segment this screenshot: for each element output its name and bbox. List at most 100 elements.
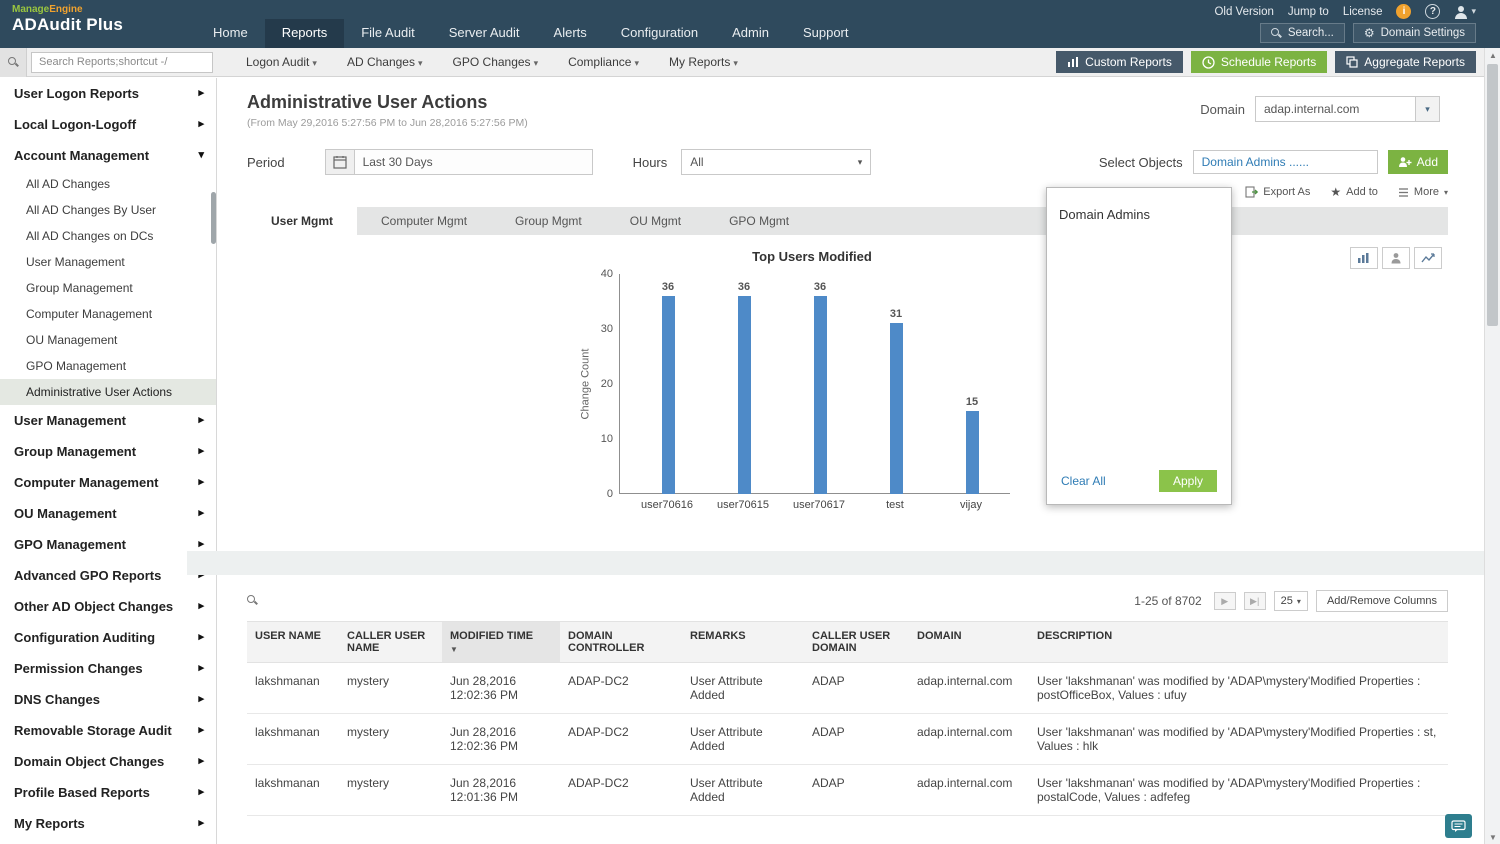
sidebar-item-other-ad-object-changes[interactable]: Other AD Object Changes▸ bbox=[0, 591, 216, 622]
next-page-button[interactable]: ▶ bbox=[1214, 592, 1236, 610]
select-objects-input[interactable]: Domain Admins ...... bbox=[1193, 150, 1378, 174]
sidebar-item-dns-changes[interactable]: DNS Changes▸ bbox=[0, 684, 216, 715]
nav-support[interactable]: Support bbox=[786, 19, 866, 48]
sidebar-child-computer-management[interactable]: Computer Management bbox=[0, 301, 216, 327]
sidebar-item-ou-management[interactable]: OU Management▸ bbox=[0, 498, 216, 529]
add-to-button[interactable]: ★Add to bbox=[1330, 185, 1378, 199]
bar[interactable] bbox=[814, 296, 827, 494]
page-size-select[interactable]: 25▾ bbox=[1274, 591, 1308, 611]
sidebar-child-all-ad-changes-by-user[interactable]: All AD Changes By User bbox=[0, 197, 216, 223]
bar[interactable] bbox=[738, 296, 751, 494]
tab-computer-mgmt[interactable]: Computer Mgmt bbox=[357, 207, 491, 235]
table-row[interactable]: lakshmanan mystery Jun 28,2016 12:02:36 … bbox=[247, 663, 1448, 714]
report-search-input[interactable] bbox=[31, 52, 213, 73]
sidebar-item-profile-based-reports[interactable]: Profile Based Reports▸ bbox=[0, 777, 216, 808]
menu-logon-audit[interactable]: Logon Audit▾ bbox=[231, 55, 332, 69]
domain-settings-button[interactable]: ⚙Domain Settings bbox=[1353, 23, 1476, 43]
col-remarks[interactable]: REMARKS bbox=[682, 622, 804, 663]
sidebar-item-gpo-management[interactable]: GPO Management▸ bbox=[0, 529, 216, 560]
chart-type-button[interactable] bbox=[1350, 247, 1378, 269]
sidebar-item-my-reports[interactable]: My Reports▸ bbox=[0, 808, 216, 839]
tab-group-mgmt[interactable]: Group Mgmt bbox=[491, 207, 606, 235]
more-button[interactable]: More▾ bbox=[1398, 185, 1448, 199]
sidebar-item-permission-changes[interactable]: Permission Changes▸ bbox=[0, 653, 216, 684]
user-menu[interactable]: ▾ bbox=[1454, 5, 1476, 19]
global-search-button[interactable]: Search... bbox=[1260, 23, 1345, 43]
table-search-icon[interactable] bbox=[247, 595, 260, 608]
domain-select[interactable]: adap.internal.com▾ bbox=[1255, 96, 1440, 122]
sidebar-item-user-logon-reports[interactable]: User Logon Reports▸ bbox=[0, 78, 216, 109]
col-description[interactable]: DESCRIPTION bbox=[1029, 622, 1448, 663]
nav-reports[interactable]: Reports bbox=[265, 19, 345, 48]
nav-admin[interactable]: Admin bbox=[715, 19, 786, 48]
table-row[interactable]: lakshmanan mystery Jun 28,2016 12:01:36 … bbox=[247, 765, 1448, 816]
nav-home[interactable]: Home bbox=[196, 19, 265, 48]
add-objects-button[interactable]: Add bbox=[1388, 150, 1448, 174]
aggregate-reports-button[interactable]: Aggregate Reports bbox=[1335, 51, 1476, 73]
add-remove-columns-button[interactable]: Add/Remove Columns bbox=[1316, 590, 1448, 612]
export-as-button[interactable]: Export As bbox=[1245, 185, 1310, 199]
bar[interactable] bbox=[890, 323, 903, 494]
col-modified-time[interactable]: MODIFIED TIME▼ bbox=[442, 622, 560, 663]
sidebar-item-group-management[interactable]: Group Management▸ bbox=[0, 436, 216, 467]
nav-configuration[interactable]: Configuration bbox=[604, 19, 715, 48]
tab-ou-mgmt[interactable]: OU Mgmt bbox=[606, 207, 705, 235]
col-caller-user-domain[interactable]: CALLER USER DOMAIN bbox=[804, 622, 909, 663]
sidebar-item-advanced-gpo-reports[interactable]: Advanced GPO Reports▸ bbox=[0, 560, 216, 591]
scroll-up-icon[interactable]: ▲ bbox=[1485, 48, 1500, 62]
menu-ad-changes[interactable]: AD Changes▾ bbox=[332, 55, 438, 69]
line-chart-button[interactable] bbox=[1414, 247, 1442, 269]
sidebar-scrollbar-thumb[interactable] bbox=[211, 192, 216, 244]
apply-button[interactable]: Apply bbox=[1159, 470, 1217, 492]
sidebar-child-all-ad-changes-on-dcs[interactable]: All AD Changes on DCs bbox=[0, 223, 216, 249]
sidebar-item-account-management[interactable]: Account Management▾ bbox=[0, 140, 216, 171]
menu-my-reports[interactable]: My Reports▾ bbox=[654, 55, 753, 69]
product-name: ADAudit Plus bbox=[12, 15, 196, 35]
user-view-button[interactable] bbox=[1382, 247, 1410, 269]
sidebar-child-group-management[interactable]: Group Management bbox=[0, 275, 216, 301]
jump-to-link[interactable]: Jump to bbox=[1288, 6, 1329, 18]
sidebar-child-all-ad-changes[interactable]: All AD Changes bbox=[0, 171, 216, 197]
menu-gpo-changes[interactable]: GPO Changes▾ bbox=[438, 55, 554, 69]
bar[interactable] bbox=[662, 296, 675, 494]
tab-gpo-mgmt[interactable]: GPO Mgmt bbox=[705, 207, 813, 235]
col-domain-controller[interactable]: DOMAIN CONTROLLER bbox=[560, 622, 682, 663]
sidebar-item-domain-object-changes[interactable]: Domain Object Changes▸ bbox=[0, 746, 216, 777]
dropdown-option-domain-admins[interactable]: Domain Admins bbox=[1047, 188, 1231, 230]
sidebar-item-removable-storage-audit[interactable]: Removable Storage Audit▸ bbox=[0, 715, 216, 746]
last-page-button[interactable]: ▶| bbox=[1244, 592, 1266, 610]
col-user-name[interactable]: USER NAME bbox=[247, 622, 339, 663]
sidebar-child-administrative-user-actions[interactable]: Administrative User Actions bbox=[0, 379, 216, 405]
schedule-reports-button[interactable]: Schedule Reports bbox=[1191, 51, 1327, 73]
col-domain[interactable]: DOMAIN bbox=[909, 622, 1029, 663]
scroll-down-icon[interactable]: ▼ bbox=[1485, 830, 1500, 844]
col-caller-user-name[interactable]: CALLER USER NAME bbox=[339, 622, 442, 663]
sidebar-item-computer-management[interactable]: Computer Management▸ bbox=[0, 467, 216, 498]
chat-feedback-button[interactable] bbox=[1445, 814, 1472, 838]
bar[interactable] bbox=[966, 411, 979, 494]
period-input[interactable]: Last 30 Days bbox=[355, 149, 593, 175]
hours-select[interactable]: All▾ bbox=[681, 149, 871, 175]
sidebar-child-ou-management[interactable]: OU Management bbox=[0, 327, 216, 353]
sidebar-child-user-management[interactable]: User Management bbox=[0, 249, 216, 275]
notification-icon[interactable]: i bbox=[1396, 4, 1411, 19]
scrollbar-thumb[interactable] bbox=[1487, 64, 1498, 326]
table-row[interactable]: lakshmanan mystery Jun 28,2016 12:02:36 … bbox=[247, 714, 1448, 765]
sidebar-item-local-logon-logoff[interactable]: Local Logon-Logoff▸ bbox=[0, 109, 216, 140]
help-icon[interactable]: ? bbox=[1425, 4, 1440, 19]
sidebar-item-user-management[interactable]: User Management▸ bbox=[0, 405, 216, 436]
custom-reports-button[interactable]: Custom Reports bbox=[1056, 51, 1183, 73]
sidebar-child-gpo-management[interactable]: GPO Management bbox=[0, 353, 216, 379]
nav-file-audit[interactable]: File Audit bbox=[344, 19, 431, 48]
nav-alerts[interactable]: Alerts bbox=[537, 19, 604, 48]
clear-all-link[interactable]: Clear All bbox=[1061, 474, 1106, 488]
report-search-icon-box[interactable] bbox=[0, 48, 27, 77]
tab-user-mgmt[interactable]: User Mgmt bbox=[247, 207, 357, 235]
menu-compliance[interactable]: Compliance▾ bbox=[553, 55, 654, 69]
nav-server-audit[interactable]: Server Audit bbox=[432, 19, 537, 48]
old-version-link[interactable]: Old Version bbox=[1214, 6, 1273, 18]
page-scrollbar[interactable]: ▲ ▼ bbox=[1484, 48, 1500, 844]
license-link[interactable]: License bbox=[1343, 6, 1383, 18]
calendar-button[interactable] bbox=[325, 149, 355, 175]
sidebar-item-configuration-auditing[interactable]: Configuration Auditing▸ bbox=[0, 622, 216, 653]
